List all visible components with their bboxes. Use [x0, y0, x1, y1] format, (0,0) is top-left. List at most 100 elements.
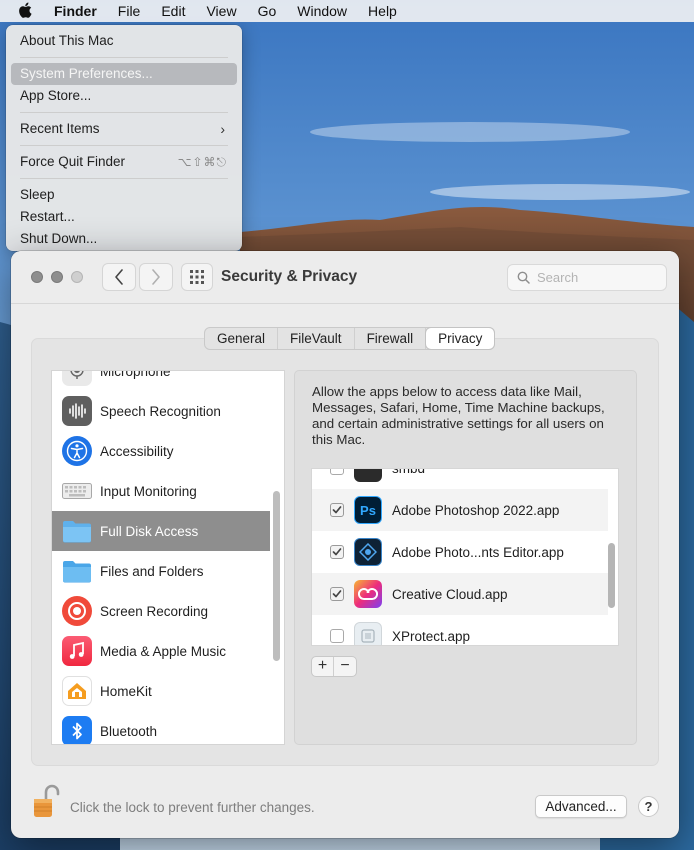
menu-window[interactable]: Window	[297, 3, 347, 19]
app-label: Adobe Photo...nts Editor.app	[392, 544, 564, 560]
sidebar-item-label: HomeKit	[100, 683, 152, 699]
menu-bar: Finder File Edit View Go Window Help	[0, 0, 694, 22]
remove-app-button[interactable]: −	[334, 657, 356, 676]
menu-finder[interactable]: Finder	[54, 3, 97, 19]
restart-item[interactable]: Restart...	[11, 206, 237, 228]
xprotect-icon	[354, 622, 382, 645]
menu-go[interactable]: Go	[258, 3, 277, 19]
photoshop-icon: Ps	[354, 496, 382, 524]
bluetooth-icon	[62, 716, 92, 744]
sidebar-item-label: Full Disk Access	[100, 523, 199, 539]
lock-status-text: Click the lock to prevent further change…	[70, 800, 315, 815]
apple-logo-icon[interactable]	[18, 1, 34, 19]
help-button[interactable]: ?	[638, 796, 659, 817]
app-checkbox[interactable]	[330, 545, 344, 559]
window-title: Security & Privacy	[221, 268, 358, 285]
sidebar-item-label: Media & Apple Music	[100, 643, 227, 659]
tab-privacy[interactable]: Privacy	[426, 328, 495, 349]
menu-edit[interactable]: Edit	[161, 3, 185, 19]
folder-icon	[62, 516, 92, 546]
forward-button[interactable]	[139, 263, 173, 291]
force-quit-shortcut: ⌥⇧⌘⎋	[177, 155, 227, 169]
menu-help[interactable]: Help	[368, 3, 397, 19]
sidebar-item-label: Files and Folders	[100, 563, 204, 579]
accessibility-icon	[62, 436, 92, 466]
photoshop-elements-icon	[354, 538, 382, 566]
add-app-button[interactable]: +	[312, 657, 334, 676]
sidebar-item-label: Speech Recognition	[100, 403, 221, 419]
sidebar-item-media-apple-music[interactable]: Media & Apple Music	[52, 631, 270, 671]
chevron-right-icon	[152, 269, 160, 285]
back-button[interactable]	[102, 263, 136, 291]
tab-firewall[interactable]: Firewall	[355, 328, 427, 349]
about-this-mac-item[interactable]: About This Mac	[11, 30, 237, 52]
search-icon	[517, 271, 530, 284]
sidebar-item-label: Screen Recording	[100, 603, 209, 619]
recent-items-item[interactable]: Recent Items ›	[11, 118, 237, 140]
sidebar-item-label: Accessibility	[100, 443, 174, 459]
zoom-window-button[interactable]	[71, 271, 83, 283]
app-access-list[interactable]: smbd Ps Adobe Photoshop 2022.app Adobe P…	[311, 468, 619, 646]
list-item[interactable]: Ps Adobe Photoshop 2022.app	[312, 489, 608, 531]
app-checkbox[interactable]	[330, 503, 344, 517]
tab-filevault[interactable]: FileVault	[278, 328, 355, 349]
tab-bar: General FileVault Firewall Privacy	[204, 327, 496, 350]
sidebar-item-label: Input Monitoring	[100, 483, 197, 499]
menu-view[interactable]: View	[206, 3, 236, 19]
list-item[interactable]: smbd	[312, 468, 608, 489]
sidebar-item-microphone[interactable]: Microphone	[52, 370, 270, 391]
app-checkbox[interactable]	[330, 587, 344, 601]
folder-icon	[62, 556, 92, 586]
app-list-scrollbar[interactable]	[608, 543, 615, 608]
force-quit-item[interactable]: Force Quit Finder ⌥⇧⌘⎋	[11, 151, 237, 173]
menu-separator	[20, 178, 228, 179]
sidebar-item-label: Bluetooth	[100, 723, 158, 739]
show-all-button[interactable]	[181, 263, 213, 291]
sidebar-item-input-monitoring[interactable]: Input Monitoring	[52, 471, 270, 511]
sidebar-item-screen-recording[interactable]: Screen Recording	[52, 591, 270, 631]
privacy-category-list[interactable]: Microphone Speech Recognition Accessibil…	[51, 370, 285, 745]
speech-recognition-icon	[62, 396, 92, 426]
keyboard-icon	[62, 476, 92, 506]
category-list-scrollbar[interactable]	[273, 491, 280, 661]
app-store-item[interactable]: App Store...	[11, 85, 237, 107]
checkmark-icon	[332, 506, 342, 514]
terminal-exec-icon	[354, 469, 382, 482]
advanced-button[interactable]: Advanced...	[535, 795, 627, 818]
window-toolbar: Security & Privacy	[11, 251, 679, 304]
app-label: Creative Cloud.app	[392, 586, 508, 602]
music-icon	[62, 636, 92, 666]
lock-icon[interactable]	[31, 783, 61, 819]
sidebar-item-files-and-folders[interactable]: Files and Folders	[52, 551, 270, 591]
add-remove-control: + −	[311, 656, 357, 677]
app-label: smbd	[392, 468, 426, 476]
close-window-button[interactable]	[31, 271, 43, 283]
search-input[interactable]	[537, 270, 662, 285]
search-field[interactable]	[507, 264, 667, 291]
sidebar-item-homekit[interactable]: HomeKit	[52, 671, 270, 711]
sidebar-item-speech-recognition[interactable]: Speech Recognition	[52, 391, 270, 431]
list-item[interactable]: Adobe Photo...nts Editor.app	[312, 531, 608, 573]
tab-general[interactable]: General	[205, 328, 279, 349]
menu-separator	[20, 145, 228, 146]
system-preferences-item[interactable]: System Preferences...	[11, 63, 237, 85]
app-checkbox[interactable]	[330, 469, 344, 475]
apple-menu: About This Mac System Preferences... App…	[6, 25, 242, 251]
sidebar-item-full-disk-access[interactable]: Full Disk Access	[52, 511, 270, 551]
shut-down-item[interactable]: Shut Down...	[11, 228, 237, 250]
menu-file[interactable]: File	[118, 3, 141, 19]
sleep-item[interactable]: Sleep	[11, 184, 237, 206]
sidebar-item-accessibility[interactable]: Accessibility	[52, 431, 270, 471]
app-label: XProtect.app	[392, 628, 471, 644]
home-icon	[62, 676, 92, 706]
screen-recording-icon	[62, 596, 92, 626]
list-item[interactable]: Creative Cloud.app	[312, 573, 608, 615]
list-item[interactable]: XProtect.app	[312, 615, 608, 645]
checkmark-icon	[332, 590, 342, 598]
app-checkbox[interactable]	[330, 629, 344, 643]
chevron-right-icon: ›	[220, 121, 225, 137]
sidebar-item-label: Microphone	[100, 370, 171, 379]
minimize-window-button[interactable]	[51, 271, 63, 283]
menu-separator	[20, 57, 228, 58]
sidebar-item-bluetooth[interactable]: Bluetooth	[52, 711, 270, 744]
